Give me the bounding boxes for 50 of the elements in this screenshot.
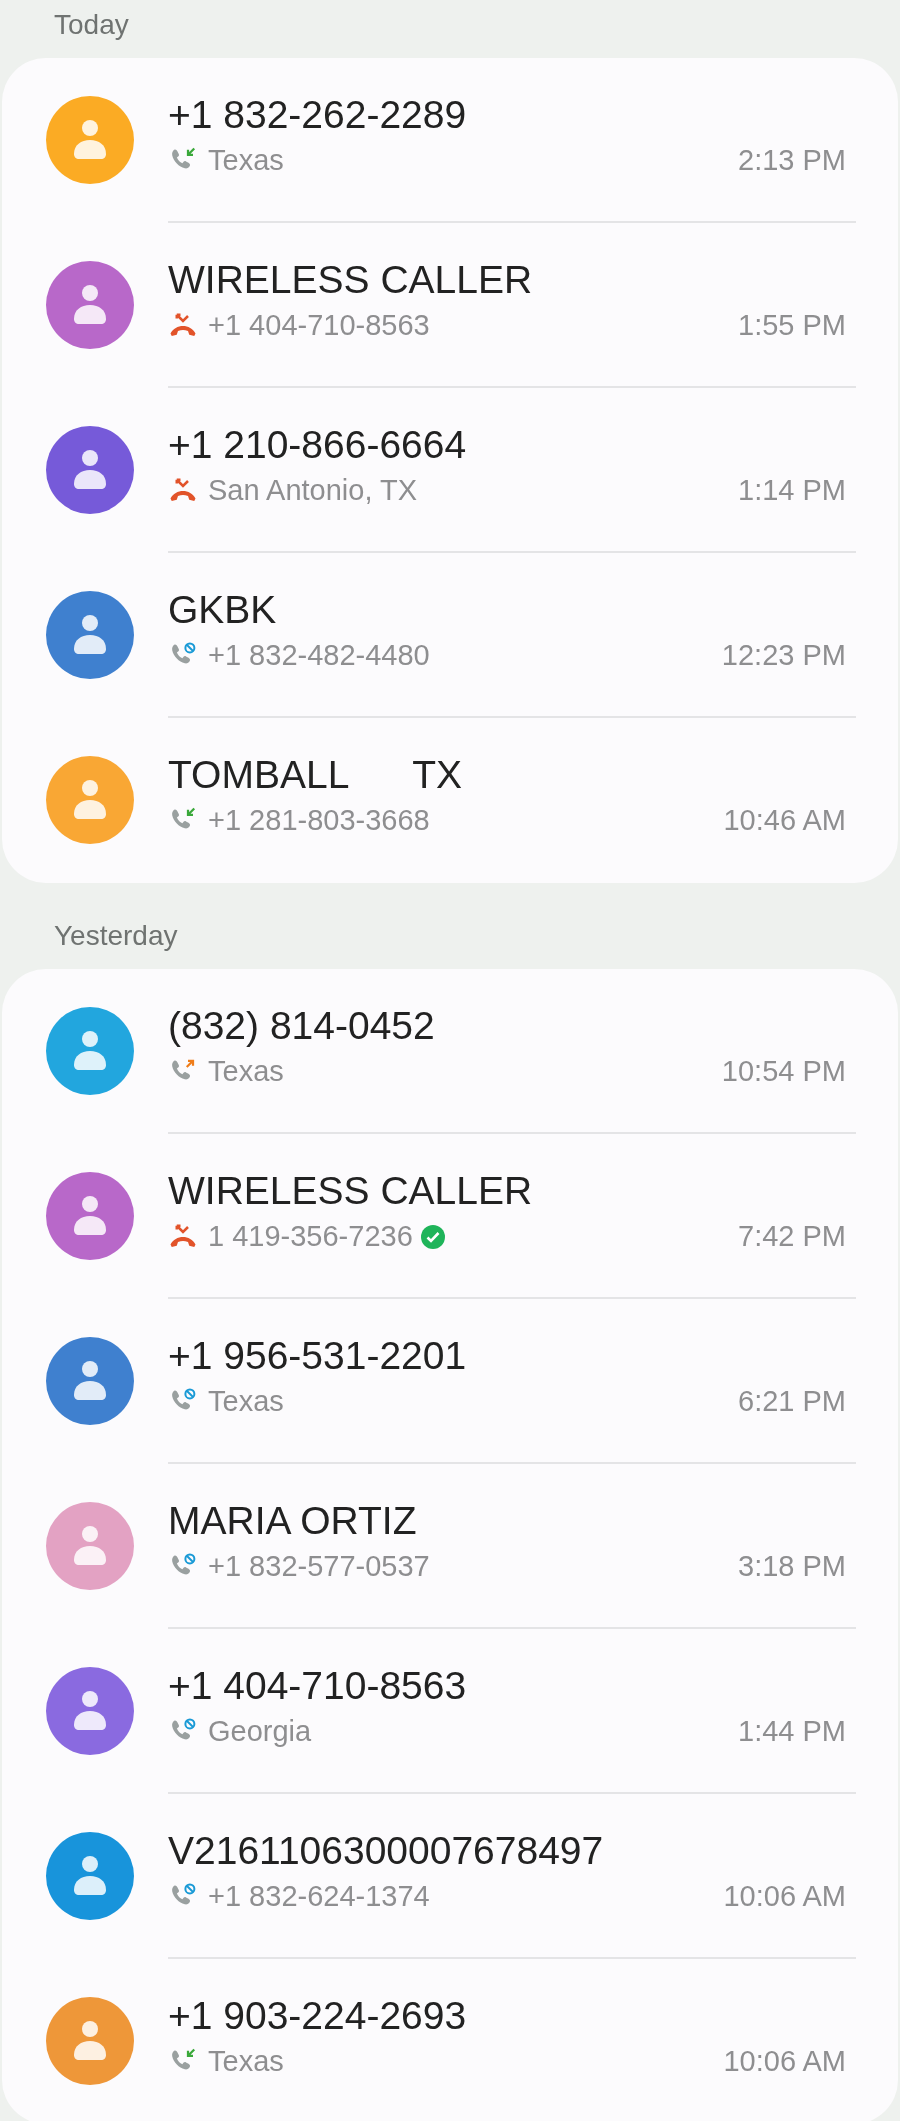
call-time: 10:06 AM: [723, 1880, 847, 1913]
call-time: 6:21 PM: [738, 1385, 847, 1418]
call-log-item[interactable]: V2161106300007678497 +1 832-624-1374 10:06 AM: [2, 1794, 898, 1959]
caller-name: MARIA ORTIZ: [168, 1498, 418, 1544]
call-detail: 1 419-356-7236: [208, 1220, 413, 1253]
call-log-item[interactable]: +1 404-710-8563 Georgia 1:44 PM: [2, 1629, 898, 1794]
caller-name: +1 903-224-2693: [168, 1993, 468, 2039]
call-time: 10:46 AM: [723, 804, 847, 837]
caller-name: TOMBALL TX: [168, 752, 464, 798]
call-log-item[interactable]: +1 832-262-2289 Texas 2:13 PM: [2, 58, 898, 223]
call-log-item[interactable]: WIRELESS CALLER 1 419-356-7236 7:42 PM: [2, 1134, 898, 1299]
call-detail: Georgia: [208, 1715, 312, 1748]
caller-name: +1 956-531-2201: [168, 1333, 468, 1379]
caller-name: V2161106300007678497: [168, 1828, 605, 1874]
caller-name: GKBK: [168, 587, 278, 633]
call-time: 1:44 PM: [738, 1715, 847, 1748]
caller-name: WIRELESS CALLER: [168, 1168, 534, 1214]
caller-name: +1 404-710-8563: [168, 1663, 468, 1709]
call-time: 10:06 AM: [723, 2045, 847, 2078]
section-header: Today: [53, 8, 130, 42]
call-log-item[interactable]: MARIA ORTIZ +1 832-577-0537 3:18 PM: [2, 1464, 898, 1629]
call-detail: Texas: [208, 1385, 284, 1418]
call-detail: Texas: [208, 1055, 284, 1088]
call-time: 10:54 PM: [721, 1055, 847, 1088]
call-detail: +1 832-624-1374: [208, 1880, 430, 1913]
call-detail: +1 832-482-4480: [208, 639, 430, 672]
call-log-item[interactable]: WIRELESS CALLER +1 404-710-8563 1:55 PM: [2, 223, 898, 388]
call-time: 1:14 PM: [738, 474, 847, 507]
call-time: 2:13 PM: [738, 144, 847, 177]
caller-name: +1 832-262-2289: [168, 92, 468, 138]
call-log-item[interactable]: +1 903-224-2693 Texas 10:06 AM: [2, 1959, 898, 2121]
call-log-item[interactable]: +1 210-866-6664 San Antonio, TX 1:14 PM: [2, 388, 898, 553]
call-time: 1:55 PM: [738, 309, 847, 342]
call-detail: +1 281-803-3668: [208, 804, 430, 837]
call-log-item[interactable]: TOMBALL TX +1 281-803-3668 10:46 AM: [2, 718, 898, 883]
call-detail: San Antonio, TX: [208, 474, 418, 507]
call-time: 3:18 PM: [738, 1550, 847, 1583]
call-detail: Texas: [208, 2045, 284, 2078]
call-log-item[interactable]: +1 956-531-2201 Texas 6:21 PM: [2, 1299, 898, 1464]
call-log-item[interactable]: (832) 814-0452 Texas 10:54 PM: [2, 969, 898, 1134]
call-time: 7:42 PM: [738, 1220, 847, 1253]
call-time: 12:23 PM: [721, 639, 847, 672]
caller-name: WIRELESS CALLER: [168, 257, 534, 303]
call-detail: +1 832-577-0537: [208, 1550, 430, 1583]
section-header: Yesterday: [53, 919, 179, 953]
call-log-item[interactable]: GKBK +1 832-482-4480 12:23 PM: [2, 553, 898, 718]
call-detail: +1 404-710-8563: [208, 309, 430, 342]
caller-name: (832) 814-0452: [168, 1003, 436, 1049]
caller-name: +1 210-866-6664: [168, 422, 468, 468]
call-detail: Texas: [208, 144, 284, 177]
